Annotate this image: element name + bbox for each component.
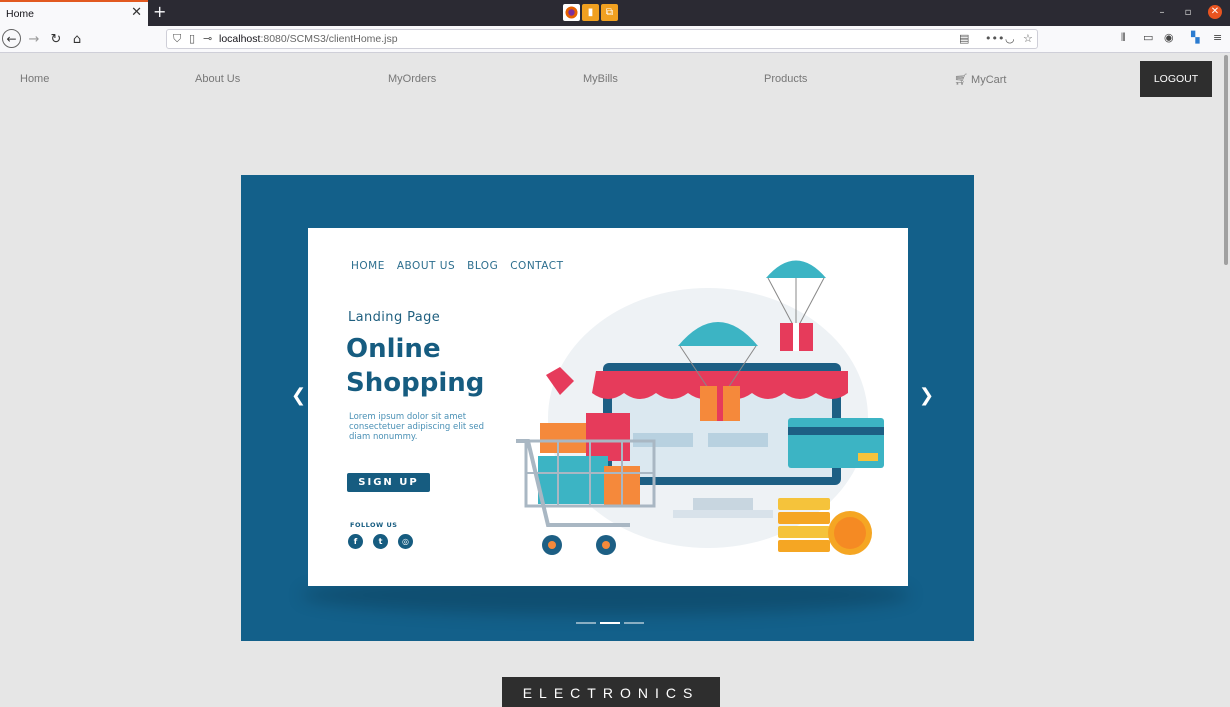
slide-social-icons: f t ◎ [348,534,413,549]
reader-view-icon[interactable]: ▤ [959,32,969,45]
tab-close-icon[interactable]: ✕ [131,6,142,20]
url-path: :8080/SCMS3/clientHome.jsp [260,33,398,45]
nav-products[interactable]: Products [764,73,807,85]
browser-tab-bar: Home ✕ + ▮ ⧉ – ▫ ✕ [0,0,1230,26]
slide-title: Online Shopping [346,332,484,400]
menu-icon[interactable]: ≡ [1213,31,1222,44]
instagram-icon: ◎ [398,534,413,549]
shield-icon[interactable]: ⛉ [173,32,181,46]
bookmark-star-icon[interactable]: ☆ [1023,32,1033,45]
logout-button[interactable]: LOGOUT [1140,61,1212,97]
carousel-indicators [576,622,644,624]
new-tab-icon[interactable]: + [153,3,166,21]
sidebar-icon[interactable]: ▭ [1143,31,1153,44]
account-icon[interactable]: ◉ [1164,31,1174,44]
microphone-icon[interactable]: ▮ [582,4,599,21]
twitter-icon: t [373,534,388,549]
url-bar[interactable]: ⛉ ▯ ⊸ localhost:8080/SCMS3/clientHome.js… [166,29,1038,49]
minimize-icon[interactable]: – [1156,7,1168,18]
slide-menu-item: ABOUT US [396,260,456,272]
nav-about-us[interactable]: About Us [195,73,240,85]
page-scrollbar[interactable] [1222,53,1230,692]
page-icon[interactable]: ▯ [189,32,195,45]
carousel-indicator-3[interactable] [624,622,644,624]
nav-my-cart-label: MyCart [971,74,1007,86]
extension-icons: ▮ ⧉ [563,4,618,23]
restore-icon[interactable]: ▫ [1182,7,1194,18]
nav-home[interactable]: Home [20,73,49,85]
slide-lorem-text: Lorem ipsum dolor sit amet consectetuer … [349,412,485,442]
site-navigation: Home About Us MyOrders MyBills Products … [0,53,1222,105]
url-text: localhost:8080/SCMS3/clientHome.jsp [219,33,398,45]
image-carousel: HOME ABOUT US BLOG CONTACT Landing Page … [241,175,974,641]
slide-subtitle: Landing Page [348,310,441,325]
slide-menu-item: HOME [351,260,385,272]
browser-nav-bar: ← → ↻ ⌂ ⛉ ▯ ⊸ localhost:8080/SCMS3/clien… [0,26,1230,53]
tab-title: Home [6,8,35,20]
back-icon[interactable]: ← [2,29,21,48]
window-close-icon[interactable]: ✕ [1208,5,1222,19]
slide-title-line: Shopping [346,368,485,398]
reload-icon[interactable]: ↻ [46,29,66,49]
forward-icon[interactable]: → [24,29,44,49]
online-shopping-illustration [516,260,884,555]
carousel-indicator-1[interactable] [576,622,596,624]
nav-my-cart[interactable]: 🛒︎ MyCart [954,73,1006,86]
extensions-icon[interactable]: ▚ [1191,31,1199,44]
scrollbar-thumb[interactable] [1224,55,1228,265]
screen-share-icon[interactable]: ⧉ [601,4,618,21]
home-icon[interactable]: ⌂ [67,29,87,49]
nav-my-bills[interactable]: MyBills [583,73,618,85]
key-icon[interactable]: ⊸ [203,32,212,45]
slide-menu-item: BLOG [467,260,499,272]
slide-title-line: Online [346,334,441,364]
window-controls: – ▫ ✕ [1156,5,1222,19]
url-host: localhost [219,33,261,45]
slide-signup-badge: SIGN UP [347,473,430,492]
facebook-icon: f [348,534,363,549]
browser-tab-home[interactable]: Home ✕ [0,0,148,26]
more-actions-icon[interactable]: ••• [985,32,1004,45]
category-electronics-button[interactable]: ELECTRONICS [502,677,720,707]
pocket-icon[interactable]: ◡ [1005,32,1015,45]
carousel-slide-image: HOME ABOUT US BLOG CONTACT Landing Page … [308,228,908,586]
firefox-icon[interactable] [563,4,580,21]
carousel-prev-icon[interactable]: ❮ [291,385,306,406]
carousel-indicator-2[interactable] [600,622,620,624]
slide-follow-label: FOLLOW US [350,521,398,529]
nav-my-orders[interactable]: MyOrders [388,73,436,85]
cart-icon: 🛒︎ [954,74,968,86]
library-icon[interactable]: ⫴ [1121,31,1126,45]
carousel-next-icon[interactable]: ❯ [919,385,934,406]
